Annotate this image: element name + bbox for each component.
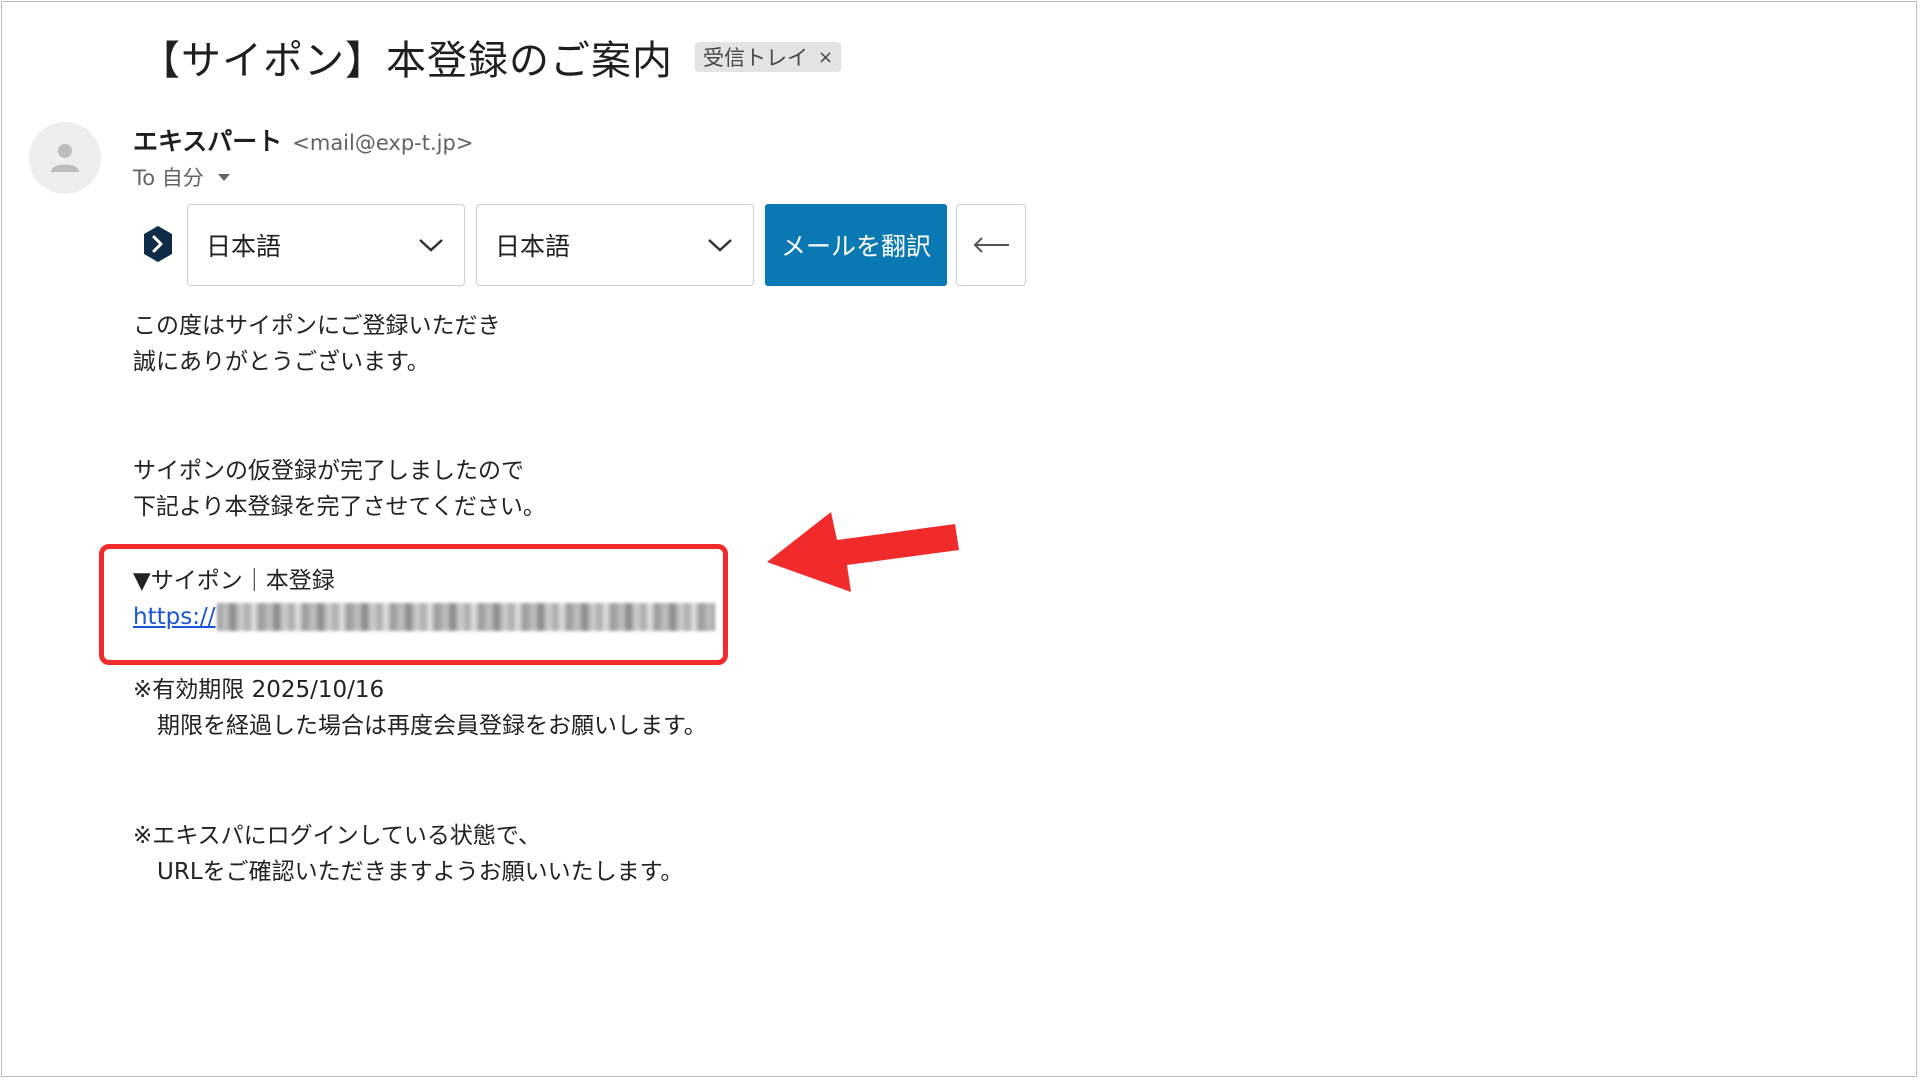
target-language-value: 日本語	[495, 232, 571, 261]
greeting-paragraph: この度はサイポンにご登録いただき 誠にありがとうございます。	[133, 308, 501, 380]
red-arrow-icon	[767, 512, 959, 592]
sender-row: エキスパート <mail@exp-t.jp>	[133, 122, 473, 158]
login-note: ※エキスパにログインしている状態で、 URLをご確認いただきますようお願いいたし…	[133, 818, 683, 890]
arrow-left-icon	[973, 237, 1009, 253]
recipient-details-toggle[interactable]: To 自分	[133, 162, 230, 192]
target-language-select[interactable]: 日本語	[476, 204, 754, 286]
source-language-value: 日本語	[206, 232, 282, 261]
body-line: ※エキスパにログインしている状態で、	[133, 823, 541, 849]
inbox-label-chip[interactable]: 受信トレイ ×	[695, 42, 842, 72]
body-line: 期限を経過した場合は再度会員登録をお願いします。	[157, 713, 707, 739]
body-line: 下記より本登録を完了させてください。	[133, 494, 546, 520]
sender-email: <mail@exp-t.jp>	[292, 131, 474, 155]
body-line: サイポンの仮登録が完了しましたので	[133, 458, 524, 484]
subject-row: 【サイポン】本登録のご案内 受信トレイ ×	[140, 30, 842, 84]
deepl-icon	[144, 226, 172, 262]
label-chip-text: 受信トレイ	[703, 46, 808, 70]
body-line: 誠にありがとうございます。	[133, 349, 430, 375]
avatar[interactable]	[29, 122, 101, 194]
instruction-paragraph: サイポンの仮登録が完了しましたので 下記より本登録を完了させてください。	[133, 453, 546, 525]
email-viewer: 【サイポン】本登録のご案内 受信トレイ × エキスパート <mail@exp-t…	[1, 1, 1917, 1077]
recipient-label: To 自分	[133, 166, 204, 190]
highlight-box	[99, 544, 728, 665]
translate-email-button[interactable]: メールを翻訳	[765, 204, 947, 286]
chevron-down-icon	[217, 173, 230, 181]
expiry-notice: ※有効期限 2025/10/16 期限を経過した場合は再度会員登録をお願いします…	[133, 672, 707, 744]
email-subject: 【サイポン】本登録のご案内	[140, 38, 673, 84]
label-remove-icon[interactable]: ×	[818, 47, 833, 68]
body-line: URLをご確認いただきますようお願いいたします。	[157, 859, 684, 885]
back-button[interactable]	[956, 204, 1026, 286]
chevron-down-icon	[708, 239, 732, 252]
body-line: この度はサイポンにご登録いただき	[133, 313, 501, 339]
chevron-down-icon	[419, 239, 443, 252]
person-icon	[51, 144, 79, 172]
body-line: ※有効期限 2025/10/16	[133, 677, 385, 703]
source-language-select[interactable]: 日本語	[187, 204, 465, 286]
sender-name[interactable]: エキスパート	[133, 122, 282, 158]
